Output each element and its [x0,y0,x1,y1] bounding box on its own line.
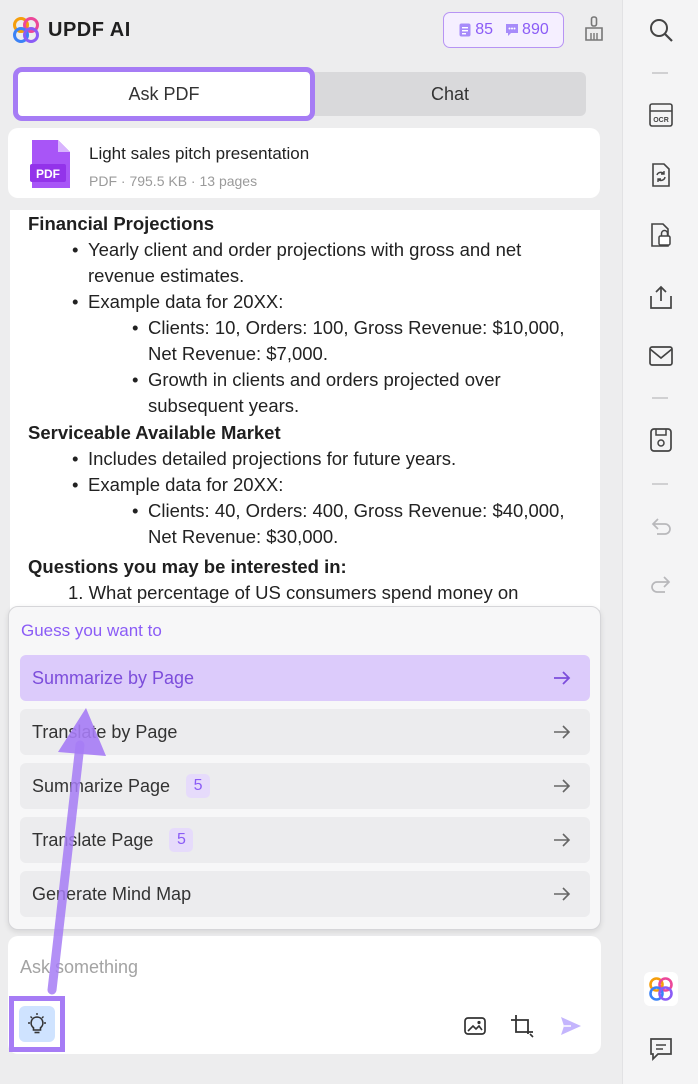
section-heading: Serviceable Available Market [28,422,281,443]
list-item: Example data for 20XX: [28,289,582,315]
chat-bubble-icon [506,24,519,36]
suggestion-translate-by-page[interactable]: Translate by Page [20,709,590,755]
suggestion-label: Generate Mind Map [32,883,192,904]
suggestions-popup: Guess you want to Summarize by Page Tran… [8,606,601,930]
suggestion-generate-mind-map[interactable]: Generate Mind Map [20,871,590,917]
questions-heading: Questions you may be interested in: [28,556,347,577]
suggestion-label: Summarize by Page [32,667,195,688]
comment-icon[interactable] [648,1036,674,1062]
undo-icon[interactable] [648,514,674,540]
bullet-list: Includes detailed projections for future… [28,446,582,550]
save-icon[interactable] [648,427,674,453]
pdf-credits: 85 [458,21,493,39]
list-item: Example data for 20XX: [28,472,582,498]
brush-icon[interactable] [582,16,606,42]
suggestion-summarize-page[interactable]: Summarize Page 5 [20,763,590,809]
updf-ai-icon[interactable] [644,972,678,1006]
pdf-file-icon-label: PDF [36,167,60,181]
section-heading: Financial Projections [28,213,215,234]
image-icon[interactable] [463,1014,487,1038]
list-item: Growth in clients and orders projected o… [28,367,582,419]
app-title: UPDF AI [48,19,131,41]
list-item: Yearly client and order projections with… [28,237,582,289]
ocr-icon[interactable]: OCR [648,102,674,128]
mode-tabs: Ask PDF Chat [13,67,586,121]
protect-icon[interactable] [648,222,674,248]
redo-icon[interactable] [648,572,674,598]
file-name: Light sales pitch presentation [89,144,310,163]
header: UPDF AI 85 890 [0,0,614,62]
list-item: Clients: 40, Orders: 400, Gross Revenue:… [28,498,582,550]
document-icon [459,23,471,37]
ai-panel: UPDF AI 85 890 Ask PDF Chat PDF Light sa… [0,0,614,1084]
page-count-badge: 5 [186,774,211,798]
ai-response: Financial Projections Yearly client and … [10,210,600,610]
crop-icon[interactable] [510,1014,534,1038]
list-item: Clients: 10, Orders: 100, Gross Revenue:… [28,315,582,367]
arrow-right-icon [554,887,571,901]
email-icon[interactable] [648,343,674,369]
prompt-suggestions-button[interactable] [9,996,65,1052]
pdf-credit-count: 85 [475,21,494,38]
arrow-right-icon [554,725,571,739]
credits-badge[interactable]: 85 890 [443,12,564,48]
arrow-right-icon [554,779,571,793]
chat-credits: 890 [505,21,549,39]
arrow-right-icon [554,671,571,685]
question-item[interactable]: 1. What percentage of US consumers spend… [28,580,582,606]
page-count-badge: 5 [169,828,194,852]
suggestion-label: Translate by Page [32,721,178,742]
chat-credit-count: 890 [522,21,549,38]
list-item: Includes detailed projections for future… [28,446,582,472]
bullet-list: Yearly client and order projections with… [28,237,582,419]
lightbulb-icon [19,1006,55,1042]
tab-chat[interactable]: Chat [314,72,586,116]
send-icon[interactable] [559,1014,583,1038]
ask-input[interactable] [20,954,420,980]
search-icon[interactable] [648,17,674,43]
toolbar-divider [652,72,668,74]
svg-text:OCR: OCR [653,117,669,124]
file-card[interactable]: PDF Light sales pitch presentation PDF ·… [8,128,600,198]
toolbar-divider [652,397,668,399]
suggestion-summarize-by-page[interactable]: Summarize by Page [20,655,590,701]
file-meta: PDF · 795.5 KB · 13 pages [89,173,258,189]
updf-logo-icon [13,17,39,43]
pdf-file-icon: PDF [30,140,70,188]
suggestion-label: Summarize Page [32,775,171,796]
suggestion-label: Translate Page [32,829,154,850]
share-icon[interactable] [648,284,674,310]
tab-ask-pdf[interactable]: Ask PDF [13,67,315,121]
suggestion-translate-page[interactable]: Translate Page 5 [20,817,590,863]
convert-icon[interactable] [648,162,674,188]
toolbar-divider [652,483,668,485]
arrow-right-icon [554,833,571,847]
suggestions-title: Guess you want to [21,621,162,640]
